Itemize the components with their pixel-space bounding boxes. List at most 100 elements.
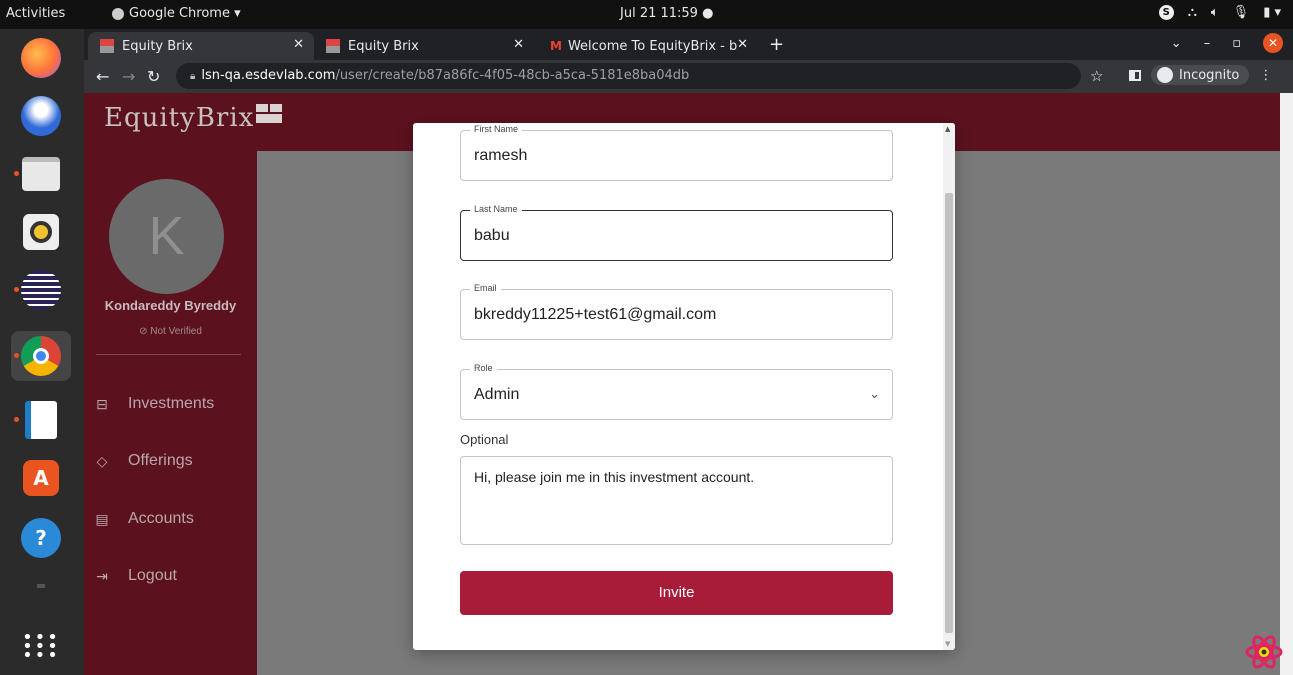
activities-button[interactable]: Activities: [6, 6, 65, 21]
show-apps-button[interactable]: ••• ••• •••: [11, 621, 71, 671]
page-scrollbar[interactable]: [1280, 93, 1293, 675]
first-name-label: First Name: [470, 124, 523, 134]
email-value: bkreddy11225+test61@gmail.com: [474, 306, 717, 323]
system-top-bar: Activities Google Chrome ▾ Jul 21 11:59 …: [0, 0, 1293, 29]
logo-text: EquityBrix: [104, 103, 255, 133]
last-name-value: babu: [474, 227, 510, 244]
forward-icon[interactable]: →: [122, 67, 135, 86]
sidebar-item-accounts[interactable]: ▤ Accounts: [94, 510, 194, 528]
sidebar-item-investments[interactable]: ⊟ Investments: [94, 395, 214, 413]
trash-icon: [37, 584, 45, 588]
chrome-menu-icon[interactable]: ⋮: [1259, 68, 1272, 83]
accounts-icon: ▤: [95, 510, 109, 527]
window-close-icon[interactable]: ✕: [1263, 33, 1283, 53]
back-icon[interactable]: ←: [96, 67, 109, 86]
app-menu-label: Google Chrome ▾: [129, 6, 241, 21]
sidebar-item-label: Investments: [128, 395, 215, 412]
dock-help[interactable]: ?: [11, 513, 71, 563]
url-host: lsn-qa.esdevlab.com: [201, 68, 336, 83]
power-icon: ▮ ▾: [1263, 5, 1281, 20]
dock-chrome[interactable]: [11, 331, 71, 381]
invite-user-dialog: First Name ramesh Last Name babu Email b…: [413, 123, 955, 650]
grid-icon: ••• ••• •••: [22, 626, 60, 666]
system-tray[interactable]: S ⛬ 🔈︎ 🎙︎ ▮ ▾: [1158, 5, 1281, 20]
rhythmbox-icon: [23, 214, 59, 250]
eclipse-icon: [21, 270, 61, 310]
sidebar-item-logout[interactable]: ⇥ Logout: [94, 567, 177, 585]
sidebar: K Kondareddy Byreddy ⊘ Not Verified ⊟ In…: [84, 151, 257, 675]
dock-trash[interactable]: [11, 561, 71, 611]
close-tab-icon[interactable]: ✕: [737, 37, 748, 52]
optional-label: Optional: [460, 432, 509, 447]
clock[interactable]: Jul 21 11:59 ●: [620, 6, 713, 21]
lock-icon: 🔒︎: [190, 71, 196, 82]
new-tab-button[interactable]: +: [769, 34, 784, 55]
side-panel-icon[interactable]: [1129, 69, 1141, 81]
dock-eclipse[interactable]: [11, 265, 71, 315]
dock-rhythmbox[interactable]: [11, 207, 71, 257]
last-name-field[interactable]: Last Name babu: [460, 204, 893, 261]
tab-search-icon[interactable]: ⌄: [1171, 36, 1182, 51]
minimize-icon[interactable]: –: [1204, 36, 1211, 51]
dock-files[interactable]: [11, 149, 71, 199]
logout-icon: ⇥: [96, 567, 108, 584]
address-bar[interactable]: 🔒︎ lsn-qa.esdevlab.com/user/create/b87a86…: [176, 63, 1081, 89]
role-label: Role: [470, 363, 497, 373]
help-icon: ?: [21, 518, 61, 558]
dock-libreoffice-impress[interactable]: [11, 395, 71, 445]
user-name: Kondareddy Byreddy: [104, 298, 237, 313]
sidebar-item-label: Logout: [128, 567, 177, 584]
thunderbird-icon: [21, 96, 61, 136]
first-name-field[interactable]: First Name ramesh: [460, 124, 893, 181]
bookmark-star-icon[interactable]: ☆: [1090, 67, 1103, 85]
sidebar-item-label: Accounts: [128, 510, 194, 527]
scrollbar-thumb[interactable]: [945, 193, 953, 633]
reload-icon[interactable]: ↻: [147, 67, 160, 86]
email-label: Email: [470, 283, 501, 293]
tab-equitybrix-1[interactable]: Equity Brix ✕: [88, 32, 314, 60]
last-name-label: Last Name: [470, 204, 522, 214]
chevron-down-icon: ⌄: [869, 386, 880, 401]
role-value: Admin: [474, 386, 520, 403]
gmail-favicon: M: [550, 39, 562, 53]
verification-status: ⊘ Not Verified: [84, 326, 257, 337]
window-controls: ⌄ – ▫ ✕: [1171, 33, 1283, 53]
dock-firefox[interactable]: [11, 33, 71, 83]
invite-button[interactable]: Invite: [460, 571, 893, 615]
impress-icon: [25, 401, 57, 439]
react-devtools-icon[interactable]: [1244, 635, 1284, 669]
scroll-down-icon[interactable]: ▼: [945, 640, 950, 648]
tab-equitybrix-2[interactable]: Equity Brix ✕: [314, 32, 534, 60]
investments-icon: ⊟: [96, 395, 108, 412]
skype-icon[interactable]: S: [1158, 5, 1174, 20]
sidebar-item-offerings[interactable]: ◇ Offerings: [94, 452, 193, 470]
firefox-icon: [21, 38, 61, 78]
folder-icon: [22, 157, 60, 191]
equitybrix-logo[interactable]: EquityBrix: [104, 103, 283, 133]
ubuntu-dock: A ? ••• ••• •••: [0, 29, 84, 675]
dock-software[interactable]: A: [11, 453, 71, 503]
first-name-value: ramesh: [474, 147, 528, 164]
incognito-indicator[interactable]: Incognito: [1151, 65, 1250, 85]
tab-label: Welcome To EquityBrix - b: [567, 38, 738, 54]
tab-label: Equity Brix: [348, 38, 419, 54]
close-tab-icon[interactable]: ✕: [293, 37, 304, 52]
maximize-icon[interactable]: ▫: [1232, 36, 1241, 51]
role-select[interactable]: Role Admin ⌄: [460, 363, 893, 420]
dock-thunderbird[interactable]: [11, 91, 71, 141]
dialog-scrollbar[interactable]: ▲ ▼: [943, 123, 955, 650]
tab-welcome[interactable]: M Welcome To EquityBrix - b ✕: [538, 32, 758, 60]
email-field[interactable]: Email bkreddy11225+test61@gmail.com: [460, 283, 893, 340]
equitybrix-favicon: [100, 39, 114, 53]
app-menu[interactable]: Google Chrome ▾: [112, 6, 241, 21]
verification-label: Not Verified: [150, 326, 202, 337]
network-icon: ⛬: [1187, 5, 1197, 20]
browser-tab-strip: Equity Brix ✕ Equity Brix ✕ M Welcome To…: [84, 29, 1293, 60]
incognito-icon: [1157, 67, 1173, 83]
avatar[interactable]: K: [109, 179, 224, 294]
microphone-icon: 🎙︎: [1232, 5, 1250, 20]
scroll-up-icon[interactable]: ▲: [945, 125, 950, 133]
message-textarea[interactable]: Hi, please join me in this investment ac…: [460, 456, 893, 545]
close-tab-icon[interactable]: ✕: [513, 37, 524, 52]
incognito-label: Incognito: [1179, 67, 1240, 83]
